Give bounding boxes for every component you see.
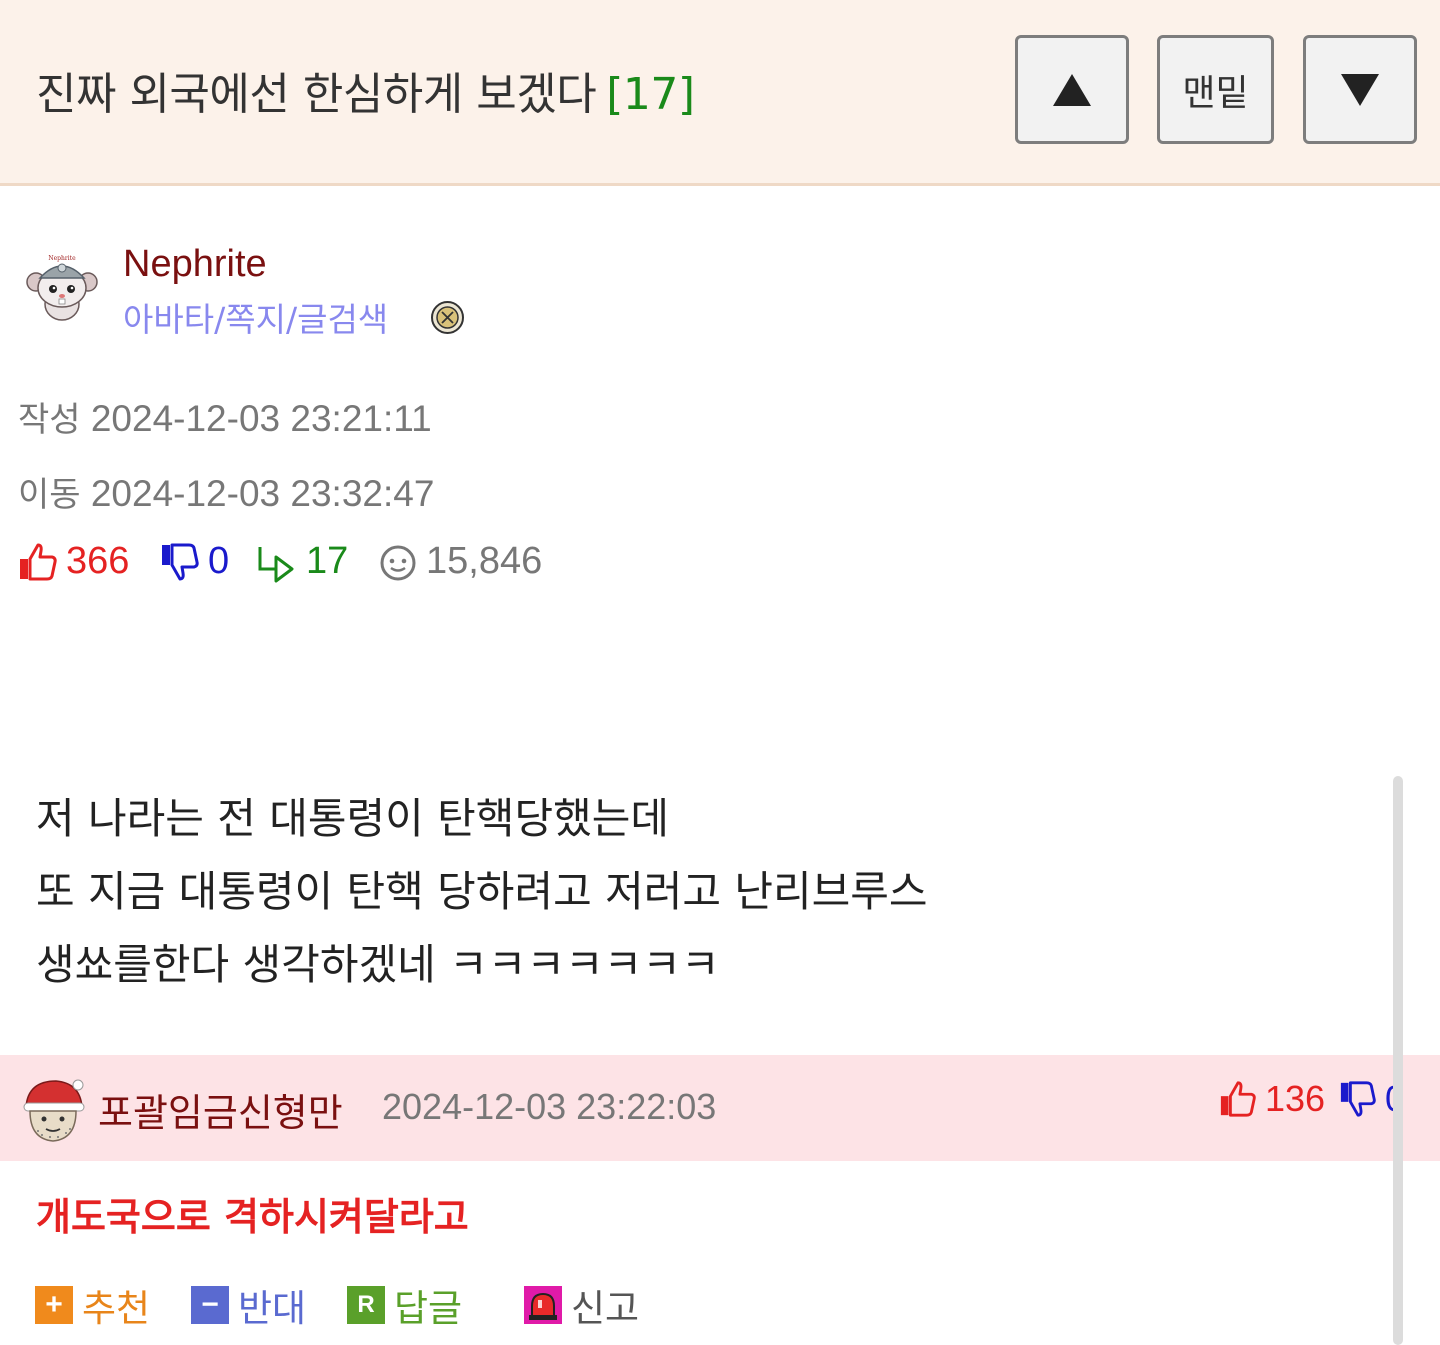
comment-like-count: 136 — [1265, 1078, 1326, 1119]
comment-dislike-stat[interactable]: 0 — [1339, 1078, 1400, 1120]
smiley-views-icon — [380, 545, 416, 580]
comment-votes: 136 0 — [1219, 1078, 1400, 1122]
scroll-bottom-button[interactable]: 맨밑 — [1157, 35, 1274, 144]
reply-label: 답글 — [394, 1287, 463, 1330]
view-stat: 15,846 — [378, 540, 542, 583]
post-search-link[interactable]: 글검색 — [297, 300, 388, 339]
arrow-down-icon — [1341, 73, 1379, 106]
oppose-button[interactable]: − 반대 — [191, 1278, 306, 1332]
author-avatar[interactable]: Nephrite — [24, 252, 100, 328]
post-body: 저 나라는 전 대통령이 탄핵당했는데 또 지금 대통령이 탄핵 당하려고 저러… — [36, 782, 928, 1001]
post-body-line: 생쑈를한다 생각하겠네 ㅋㅋㅋㅋㅋㅋㅋ — [36, 940, 720, 989]
dislike-count: 0 — [208, 540, 230, 582]
author-name[interactable]: Nephrite — [123, 243, 267, 286]
reply-count: 17 — [306, 540, 349, 582]
oppose-label: 반대 — [238, 1287, 307, 1330]
moved-value: 2024-12-03 23:32:47 — [90, 473, 435, 514]
report-button[interactable]: 신고 — [524, 1278, 639, 1332]
scrollbar[interactable] — [1393, 776, 1403, 1345]
report-label: 신고 — [571, 1287, 640, 1330]
link-separator: / — [214, 300, 226, 339]
siren-icon — [524, 1286, 562, 1324]
moved-datetime: 이동 2024-12-03 23:32:47 — [18, 467, 434, 516]
recommend-label: 추천 — [82, 1287, 151, 1330]
scroll-down-button[interactable] — [1303, 35, 1417, 144]
comment-count[interactable]: [17] — [606, 69, 695, 120]
post-header: 진짜 외국에선 한심하게 보겠다 [17] 맨밑 — [0, 0, 1440, 186]
comment-like-stat[interactable]: 136 — [1219, 1078, 1325, 1120]
arrow-up-icon — [1053, 73, 1091, 106]
moved-label: 이동 — [18, 475, 81, 515]
author-links: 아바타/쪽지/글검색 — [123, 293, 388, 341]
svg-text:Nephrite: Nephrite — [48, 255, 76, 262]
dislike-stat: 0 — [160, 540, 229, 583]
created-datetime: 작성 2024-12-03 23:21:11 — [18, 392, 432, 441]
reply-button[interactable]: R 답글 — [347, 1278, 462, 1332]
created-label: 작성 — [18, 400, 81, 440]
post-body-line: 또 지금 대통령이 탄핵 당하려고 저러고 난리브루스 — [36, 867, 928, 916]
created-value: 2024-12-03 23:21:11 — [90, 398, 432, 439]
thumbs-up-icon — [1220, 1081, 1256, 1117]
thumbs-down-icon — [1340, 1081, 1376, 1117]
reply-r-icon: R — [347, 1286, 385, 1324]
plus-icon: + — [35, 1286, 73, 1324]
recommend-button[interactable]: + 추천 — [35, 1278, 150, 1332]
commenter-name[interactable]: 포괄임금신형만 — [98, 1082, 343, 1137]
level-badge-icon — [431, 301, 464, 334]
minus-icon: − — [191, 1286, 229, 1324]
view-count: 15,846 — [426, 540, 543, 582]
link-separator: / — [285, 300, 298, 339]
message-link[interactable]: 쪽지 — [225, 300, 286, 339]
scroll-up-button[interactable] — [1015, 35, 1129, 144]
reply-arrow-icon — [258, 546, 294, 582]
post-title: 진짜 외국에선 한심하게 보겠다 [17] — [36, 58, 695, 122]
like-stat: 366 — [18, 540, 129, 583]
avatar-link[interactable]: 아바타 — [123, 300, 214, 339]
commenter-avatar[interactable] — [18, 1075, 88, 1145]
thumbs-up-icon — [20, 543, 57, 580]
reply-stat: 17 — [256, 540, 348, 583]
post-title-text: 진짜 외국에선 한심하게 보겠다 — [36, 69, 597, 120]
comment-text: 개도국으로 격하시켜달라고 — [36, 1195, 469, 1239]
like-count: 366 — [66, 540, 130, 582]
comment-datetime: 2024-12-03 23:22:03 — [382, 1086, 717, 1127]
thumbs-down-icon — [162, 543, 199, 580]
post-body-line: 저 나라는 전 대통령이 탄핵당했는데 — [36, 794, 670, 843]
